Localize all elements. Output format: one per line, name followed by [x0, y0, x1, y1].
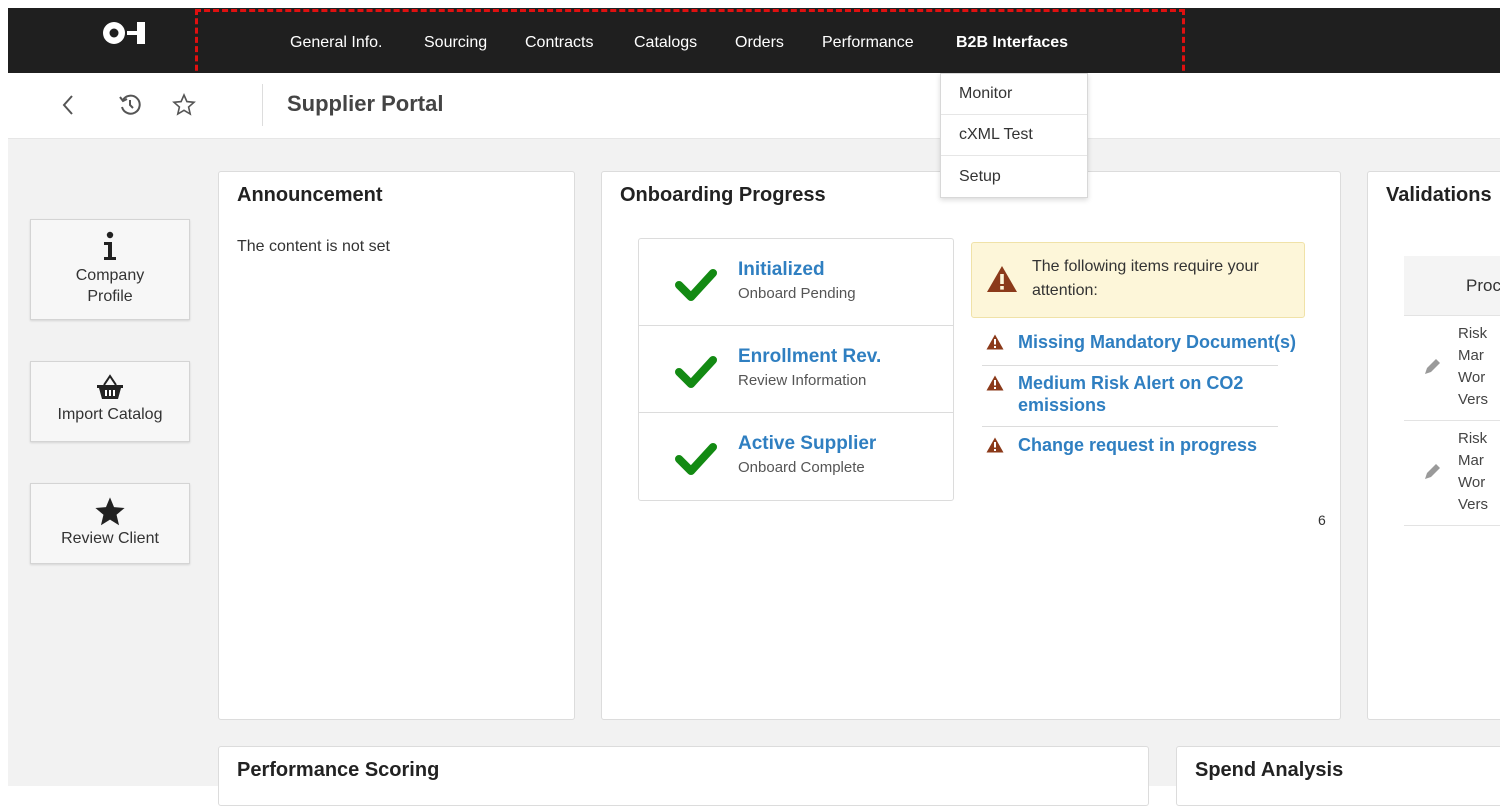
validations-table-header: Proc	[1404, 256, 1500, 316]
step-title[interactable]: Initialized	[738, 259, 825, 281]
menu-item-monitor[interactable]: Monitor	[941, 74, 1087, 115]
tile-label: Company	[75, 267, 145, 284]
tile-label: Import Catalog	[57, 406, 163, 423]
menu-item-setup[interactable]: Setup	[941, 156, 1087, 197]
page-title: Supplier Portal	[287, 91, 444, 116]
missing-documents-link[interactable]: Missing Mandatory Document(s)	[1018, 331, 1296, 353]
step-title[interactable]: Enrollment Rev.	[738, 346, 881, 368]
card-title: Announcement	[237, 184, 383, 206]
onboarding-steps: Initialized Onboard Pending Enrollment R…	[638, 238, 954, 501]
nav-item-catalogs[interactable]: Catalogs	[634, 34, 697, 52]
tile-label: Profile	[87, 288, 133, 305]
row-text: Risk Mar Wor Vers	[1458, 325, 1489, 408]
header-divider	[262, 84, 263, 126]
nav-item-general-info[interactable]: General Info.	[290, 34, 383, 52]
nav-item-performance[interactable]: Performance	[822, 34, 914, 52]
step-subtitle: Review Information	[738, 372, 867, 389]
change-request-link[interactable]: Change request in progress	[1018, 434, 1257, 456]
card-title: Onboarding Progress	[620, 184, 826, 206]
divider	[982, 426, 1278, 427]
step-subtitle: Onboard Complete	[738, 459, 865, 476]
favorite-star-icon[interactable]	[171, 92, 197, 118]
main-nav-highlight: General Info. Sourcing Contracts Catalog…	[195, 9, 1185, 80]
menu-item-cxml-test[interactable]: cXML Test	[941, 115, 1087, 156]
step-enrollment-review[interactable]: Enrollment Rev. Review Information	[639, 326, 953, 413]
b2b-interfaces-dropdown: Monitor cXML Test Setup	[940, 73, 1088, 198]
row-text: Risk Mar Wor Vers	[1458, 430, 1489, 513]
alert-text: The following items require your attenti…	[1032, 258, 1259, 299]
review-client-tile[interactable]: Review Client	[30, 483, 190, 564]
attention-alert: The following items require your attenti…	[971, 242, 1305, 318]
company-profile-tile[interactable]: Company Profile	[30, 219, 190, 320]
info-icon	[104, 231, 116, 260]
pencil-icon[interactable]	[1422, 462, 1442, 482]
tile-label: Review Client	[61, 530, 159, 547]
performance-scoring-card: Performance Scoring	[218, 746, 1149, 806]
star-icon	[95, 497, 125, 526]
divider	[982, 365, 1278, 366]
announcement-text: The content is not set	[237, 238, 390, 255]
validations-card: Validations Proc Risk Mar Wor Vers Risk …	[1367, 171, 1500, 720]
step-title[interactable]: Active Supplier	[738, 433, 876, 455]
warning-icon	[986, 375, 1004, 391]
pencil-icon[interactable]	[1422, 357, 1442, 377]
history-icon[interactable]	[117, 92, 143, 118]
warning-icon	[987, 266, 1017, 292]
onboarding-progress-card: Onboarding Progress Initialized Onboard …	[601, 171, 1341, 720]
step-active-supplier[interactable]: Active Supplier Onboard Complete	[639, 413, 953, 500]
link-line[interactable]: Medium Risk Alert on CO2	[1018, 372, 1243, 394]
card-title: Spend Analysis	[1195, 759, 1344, 781]
warning-icon	[986, 334, 1004, 350]
step-initialized[interactable]: Initialized Onboard Pending	[639, 239, 953, 326]
basket-icon	[97, 374, 123, 399]
nav-item-contracts[interactable]: Contracts	[525, 34, 593, 52]
table-row[interactable]: Risk Mar Wor Vers	[1404, 422, 1500, 526]
check-icon	[675, 356, 717, 388]
card-title: Performance Scoring	[237, 759, 440, 781]
warning-icon	[986, 437, 1004, 453]
nav-item-b2b-interfaces[interactable]: B2B Interfaces	[956, 34, 1068, 52]
check-icon	[675, 443, 717, 475]
back-icon[interactable]	[55, 92, 81, 118]
import-catalog-tile[interactable]: Import Catalog	[30, 361, 190, 442]
link-line[interactable]: emissions	[1018, 394, 1243, 416]
nav-item-orders[interactable]: Orders	[735, 34, 784, 52]
check-icon	[675, 269, 717, 301]
risk-alert-link[interactable]: Medium Risk Alert on CO2 emissions	[1018, 372, 1243, 416]
spend-analysis-card: Spend Analysis	[1176, 746, 1500, 806]
page-header	[8, 73, 1500, 139]
nav-item-sourcing[interactable]: Sourcing	[424, 34, 487, 52]
column-header: Proc	[1466, 276, 1500, 295]
items-count: 6	[1318, 512, 1326, 528]
card-title: Validations	[1386, 184, 1492, 206]
table-row[interactable]: Risk Mar Wor Vers	[1404, 317, 1500, 421]
step-subtitle: Onboard Pending	[738, 285, 856, 302]
announcement-card: Announcement The content is not set	[218, 171, 575, 720]
oi-logo-icon[interactable]	[100, 19, 156, 47]
